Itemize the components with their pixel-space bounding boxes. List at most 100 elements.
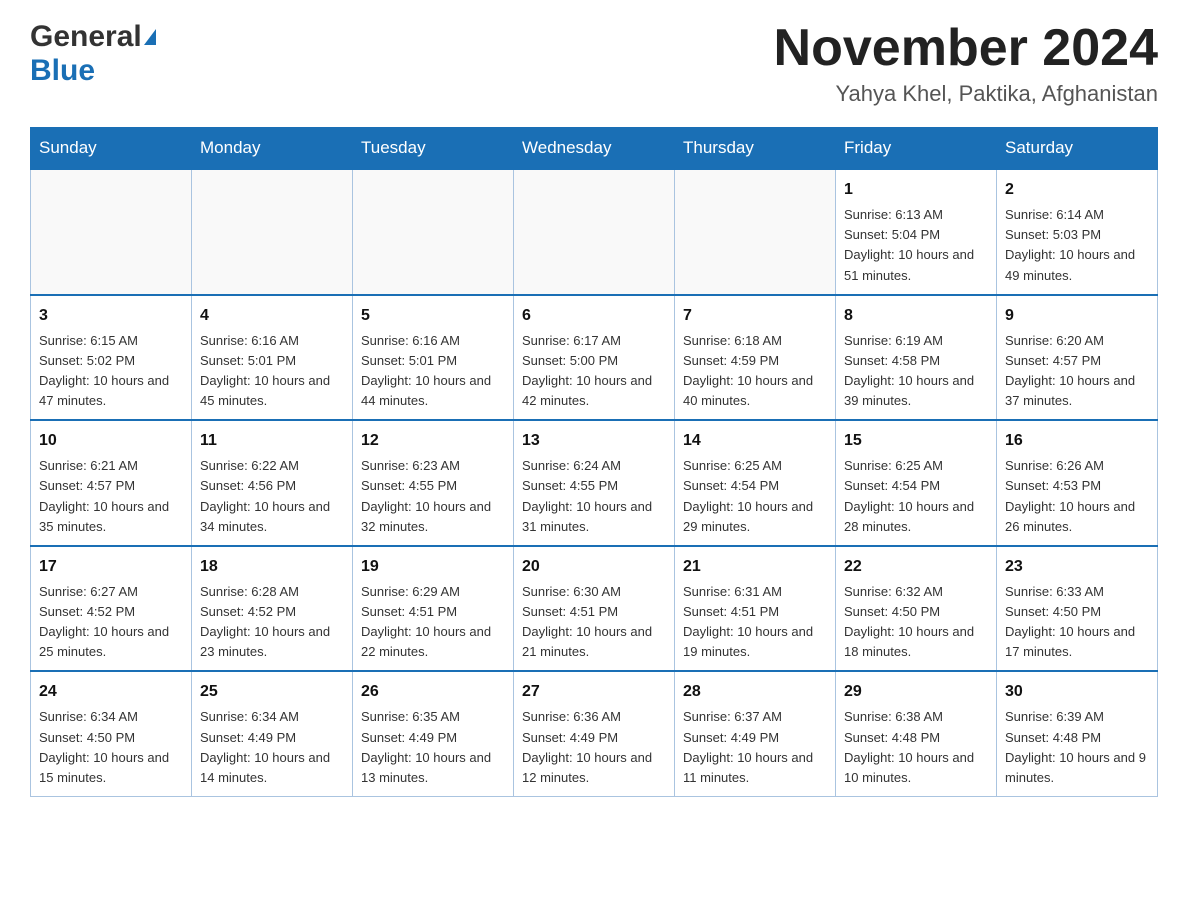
- logo: General Blue: [30, 20, 156, 88]
- calendar-cell: 7 Sunrise: 6:18 AM Sunset: 4:59 PM Daylig…: [675, 295, 836, 421]
- day-number: 11: [200, 429, 344, 453]
- day-info: Sunrise: 6:28 AM Sunset: 4:52 PM Dayligh…: [200, 582, 344, 663]
- calendar-cell: 21Sunrise: 6:31 AM Sunset: 4:51 PM Dayli…: [675, 546, 836, 672]
- calendar-cell: 28 Sunrise: 6:37 AM Sunset: 4:49 PM Dayli…: [675, 671, 836, 796]
- day-info: Sunrise: 6:35 AM Sunset: 4:49 PM Dayligh…: [361, 707, 505, 788]
- day-number: 14: [683, 429, 827, 453]
- calendar-cell: [514, 169, 675, 295]
- day-info: Sunrise: 6:18 AM Sunset: 4:59 PM Dayligh…: [683, 331, 827, 412]
- calendar-cell: [675, 169, 836, 295]
- day-info: Sunrise: 6:24 AM Sunset: 4:55 PM Dayligh…: [522, 456, 666, 537]
- calendar-cell: 24 Sunrise: 6:34 AM Sunset: 4:50 PM Dayli…: [31, 671, 192, 796]
- calendar-cell: 10Sunrise: 6:21 AM Sunset: 4:57 PM Dayli…: [31, 420, 192, 546]
- day-number: 19: [361, 555, 505, 579]
- calendar-cell: 30 Sunrise: 6:39 AM Sunset: 4:48 PM Dayli…: [997, 671, 1158, 796]
- day-info: Sunrise: 6:34 AM Sunset: 4:50 PM Dayligh…: [39, 707, 183, 788]
- day-info: Sunrise: 6:14 AM Sunset: 5:03 PM Dayligh…: [1005, 205, 1149, 286]
- calendar-cell: 15Sunrise: 6:25 AM Sunset: 4:54 PM Dayli…: [836, 420, 997, 546]
- month-title: November 2024: [774, 20, 1158, 77]
- calendar-cell: 18Sunrise: 6:28 AM Sunset: 4:52 PM Dayli…: [192, 546, 353, 672]
- day-info: Sunrise: 6:21 AM Sunset: 4:57 PM Dayligh…: [39, 456, 183, 537]
- day-info: Sunrise: 6:33 AM Sunset: 4:50 PM Dayligh…: [1005, 582, 1149, 663]
- day-info: Sunrise: 6:13 AM Sunset: 5:04 PM Dayligh…: [844, 205, 988, 286]
- day-info: Sunrise: 6:31 AM Sunset: 4:51 PM Dayligh…: [683, 582, 827, 663]
- day-info: Sunrise: 6:22 AM Sunset: 4:56 PM Dayligh…: [200, 456, 344, 537]
- day-number: 17: [39, 555, 183, 579]
- day-number: 30: [1005, 680, 1149, 704]
- logo-general-text: General: [30, 20, 142, 54]
- day-info: Sunrise: 6:36 AM Sunset: 4:49 PM Dayligh…: [522, 707, 666, 788]
- day-number: 9: [1005, 304, 1149, 328]
- day-number: 7: [683, 304, 827, 328]
- calendar-cell: 17 Sunrise: 6:27 AM Sunset: 4:52 PM Dayli…: [31, 546, 192, 672]
- day-info: Sunrise: 6:32 AM Sunset: 4:50 PM Dayligh…: [844, 582, 988, 663]
- calendar-cell: 9Sunrise: 6:20 AM Sunset: 4:57 PM Daylig…: [997, 295, 1158, 421]
- calendar-cell: 4Sunrise: 6:16 AM Sunset: 5:01 PM Daylig…: [192, 295, 353, 421]
- day-info: Sunrise: 6:34 AM Sunset: 4:49 PM Dayligh…: [200, 707, 344, 788]
- day-info: Sunrise: 6:27 AM Sunset: 4:52 PM Dayligh…: [39, 582, 183, 663]
- day-number: 8: [844, 304, 988, 328]
- day-number: 29: [844, 680, 988, 704]
- calendar-cell: 11 Sunrise: 6:22 AM Sunset: 4:56 PM Dayli…: [192, 420, 353, 546]
- day-number: 24: [39, 680, 183, 704]
- calendar-cell: [192, 169, 353, 295]
- calendar-cell: 12 Sunrise: 6:23 AM Sunset: 4:55 PM Dayli…: [353, 420, 514, 546]
- weekday-header-monday: Monday: [192, 128, 353, 170]
- calendar-cell: 29 Sunrise: 6:38 AM Sunset: 4:48 PM Dayli…: [836, 671, 997, 796]
- day-number: 28: [683, 680, 827, 704]
- day-info: Sunrise: 6:30 AM Sunset: 4:51 PM Dayligh…: [522, 582, 666, 663]
- weekday-header-friday: Friday: [836, 128, 997, 170]
- day-info: Sunrise: 6:29 AM Sunset: 4:51 PM Dayligh…: [361, 582, 505, 663]
- calendar-cell: 6 Sunrise: 6:17 AM Sunset: 5:00 PM Daylig…: [514, 295, 675, 421]
- weekday-header-wednesday: Wednesday: [514, 128, 675, 170]
- day-info: Sunrise: 6:38 AM Sunset: 4:48 PM Dayligh…: [844, 707, 988, 788]
- day-info: Sunrise: 6:15 AM Sunset: 5:02 PM Dayligh…: [39, 331, 183, 412]
- day-number: 5: [361, 304, 505, 328]
- calendar-week-row: 1 Sunrise: 6:13 AM Sunset: 5:04 PM Daylig…: [31, 169, 1158, 295]
- day-number: 25: [200, 680, 344, 704]
- day-info: Sunrise: 6:25 AM Sunset: 4:54 PM Dayligh…: [683, 456, 827, 537]
- day-number: 23: [1005, 555, 1149, 579]
- weekday-header-sunday: Sunday: [31, 128, 192, 170]
- calendar-cell: 20 Sunrise: 6:30 AM Sunset: 4:51 PM Dayli…: [514, 546, 675, 672]
- day-number: 22: [844, 555, 988, 579]
- calendar-cell: 5 Sunrise: 6:16 AM Sunset: 5:01 PM Daylig…: [353, 295, 514, 421]
- day-info: Sunrise: 6:19 AM Sunset: 4:58 PM Dayligh…: [844, 331, 988, 412]
- logo-arrow-icon: [144, 29, 156, 45]
- calendar-cell: 16 Sunrise: 6:26 AM Sunset: 4:53 PM Dayli…: [997, 420, 1158, 546]
- day-info: Sunrise: 6:16 AM Sunset: 5:01 PM Dayligh…: [361, 331, 505, 412]
- day-info: Sunrise: 6:37 AM Sunset: 4:49 PM Dayligh…: [683, 707, 827, 788]
- day-number: 15: [844, 429, 988, 453]
- calendar-table: SundayMondayTuesdayWednesdayThursdayFrid…: [30, 127, 1158, 797]
- weekday-header-row: SundayMondayTuesdayWednesdayThursdayFrid…: [31, 128, 1158, 170]
- calendar-week-row: 10Sunrise: 6:21 AM Sunset: 4:57 PM Dayli…: [31, 420, 1158, 546]
- day-info: Sunrise: 6:26 AM Sunset: 4:53 PM Dayligh…: [1005, 456, 1149, 537]
- logo-blue-text: Blue: [30, 54, 95, 88]
- calendar-cell: [31, 169, 192, 295]
- weekday-header-thursday: Thursday: [675, 128, 836, 170]
- calendar-cell: 3 Sunrise: 6:15 AM Sunset: 5:02 PM Daylig…: [31, 295, 192, 421]
- calendar-cell: 8 Sunrise: 6:19 AM Sunset: 4:58 PM Daylig…: [836, 295, 997, 421]
- day-number: 13: [522, 429, 666, 453]
- day-info: Sunrise: 6:17 AM Sunset: 5:00 PM Dayligh…: [522, 331, 666, 412]
- day-number: 20: [522, 555, 666, 579]
- page-header: General Blue November 2024 Yahya Khel, P…: [30, 20, 1158, 107]
- calendar-cell: 1 Sunrise: 6:13 AM Sunset: 5:04 PM Daylig…: [836, 169, 997, 295]
- calendar-cell: 27Sunrise: 6:36 AM Sunset: 4:49 PM Dayli…: [514, 671, 675, 796]
- calendar-week-row: 3 Sunrise: 6:15 AM Sunset: 5:02 PM Daylig…: [31, 295, 1158, 421]
- day-number: 26: [361, 680, 505, 704]
- calendar-cell: 14 Sunrise: 6:25 AM Sunset: 4:54 PM Dayli…: [675, 420, 836, 546]
- day-number: 6: [522, 304, 666, 328]
- day-number: 4: [200, 304, 344, 328]
- day-number: 1: [844, 178, 988, 202]
- location-subtitle: Yahya Khel, Paktika, Afghanistan: [774, 81, 1158, 107]
- day-info: Sunrise: 6:39 AM Sunset: 4:48 PM Dayligh…: [1005, 707, 1149, 788]
- calendar-week-row: 24 Sunrise: 6:34 AM Sunset: 4:50 PM Dayli…: [31, 671, 1158, 796]
- calendar-cell: 2Sunrise: 6:14 AM Sunset: 5:03 PM Daylig…: [997, 169, 1158, 295]
- calendar-cell: 26 Sunrise: 6:35 AM Sunset: 4:49 PM Dayli…: [353, 671, 514, 796]
- day-number: 12: [361, 429, 505, 453]
- day-number: 3: [39, 304, 183, 328]
- calendar-cell: 25 Sunrise: 6:34 AM Sunset: 4:49 PM Dayli…: [192, 671, 353, 796]
- day-info: Sunrise: 6:23 AM Sunset: 4:55 PM Dayligh…: [361, 456, 505, 537]
- day-number: 16: [1005, 429, 1149, 453]
